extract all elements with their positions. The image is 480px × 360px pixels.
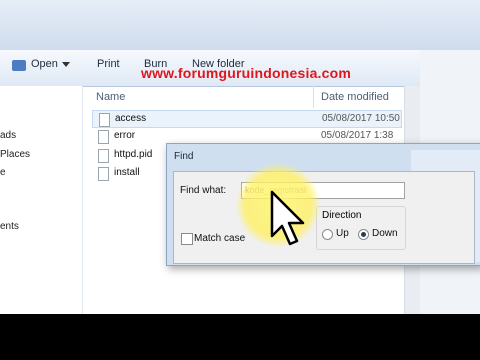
print-button[interactable]: Print <box>97 58 120 70</box>
up-label: Up <box>336 228 349 239</box>
file-date: 05/08/2017 1:38 <box>321 130 394 141</box>
window-top-strip <box>0 0 480 50</box>
match-case-checkbox[interactable] <box>181 233 193 245</box>
column-header-date[interactable]: Date modified <box>321 86 389 108</box>
find-dialog: Find Find what: kode_registrasi Match ca… <box>166 143 480 266</box>
navigation-pane: ads Places e ents <box>0 86 83 314</box>
screen: Open Print Burn New folder www.forumguru… <box>0 0 480 314</box>
nav-item[interactable]: ents <box>0 221 19 232</box>
nav-item[interactable]: ads <box>0 130 16 141</box>
open-button[interactable]: Open <box>31 58 58 70</box>
file-name: install <box>114 167 140 178</box>
mouse-pointer-icon <box>270 190 305 246</box>
direction-label: Direction <box>320 210 364 221</box>
watermark-text: www.forumguruindonesia.com <box>141 65 352 81</box>
nav-item[interactable]: e <box>0 167 6 178</box>
file-icon <box>98 130 109 144</box>
file-date: 05/08/2017 10:50 <box>322 113 400 124</box>
nav-item[interactable]: Places <box>0 149 30 160</box>
file-name: access <box>115 113 147 124</box>
down-radio[interactable] <box>358 229 369 240</box>
open-icon <box>12 60 26 71</box>
dialog-title: Find <box>174 151 194 162</box>
file-icon <box>99 113 110 127</box>
file-name: httpd.pid <box>114 149 153 160</box>
file-icon <box>98 167 109 181</box>
chevron-down-icon[interactable] <box>62 62 70 67</box>
find-what-label: Find what: <box>180 185 227 196</box>
file-row[interactable]: access 05/08/2017 10:50 <box>92 110 402 128</box>
up-radio[interactable] <box>322 229 333 240</box>
file-name: error <box>114 130 136 141</box>
match-case-label: Match case <box>194 233 246 244</box>
dialog-body: Find what: kode_registrasi Match case Di… <box>173 171 475 264</box>
down-label: Down <box>372 228 398 239</box>
column-separator[interactable] <box>313 86 314 108</box>
file-icon <box>98 149 109 163</box>
column-header-name[interactable]: Name <box>96 86 125 108</box>
